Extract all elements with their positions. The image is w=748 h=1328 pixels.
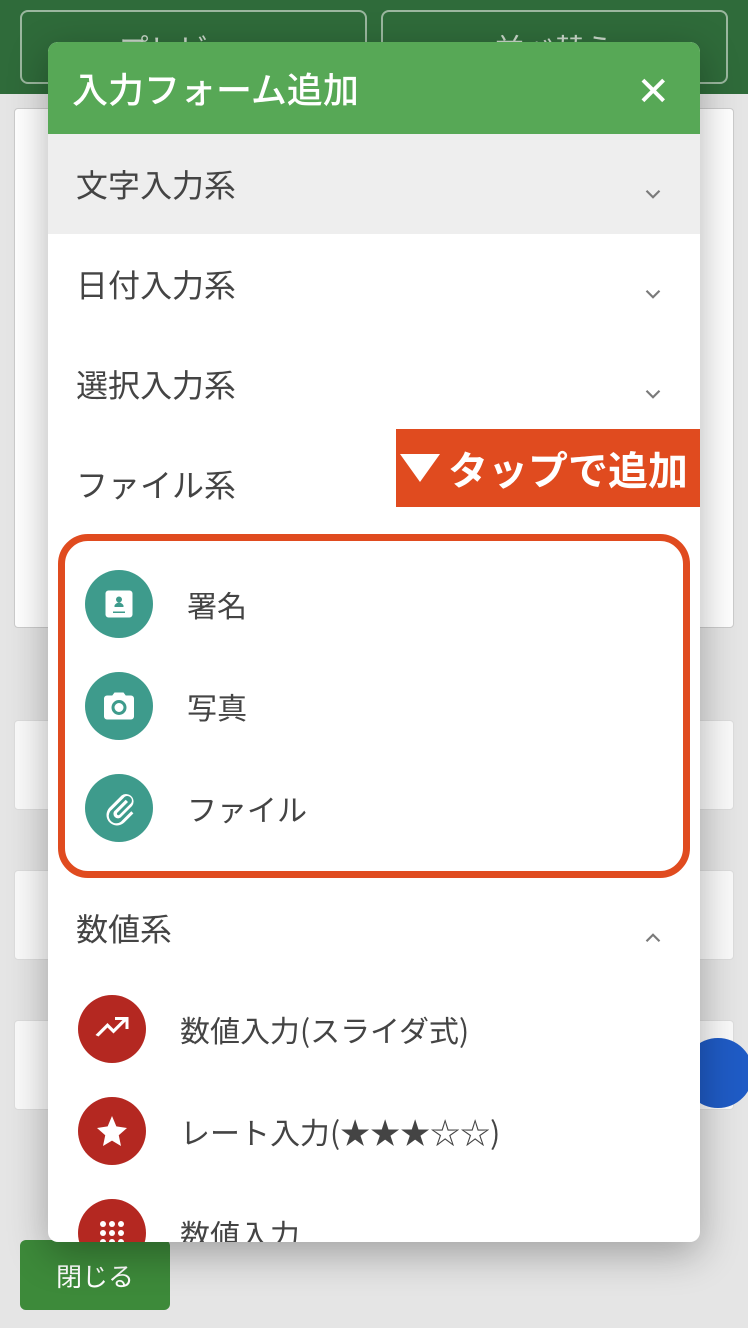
- option-label: 写真: [187, 684, 247, 728]
- category-date[interactable]: 日付入力系: [48, 234, 700, 334]
- add-form-modal: 入力フォーム追加 ✕ 文字入力系 日付入力系 選択入力系 ファイル系 タップで追…: [48, 42, 700, 1242]
- option-signature[interactable]: 署名: [65, 553, 683, 655]
- category-label: 日付入力系: [76, 261, 236, 307]
- category-select[interactable]: 選択入力系: [48, 334, 700, 434]
- category-label: 文字入力系: [76, 161, 236, 207]
- category-number[interactable]: 数値系: [48, 878, 700, 978]
- category-text[interactable]: 文字入力系: [48, 134, 700, 234]
- option-rate[interactable]: レート入力(★★★☆☆): [48, 1080, 700, 1182]
- chevron-up-icon: [640, 915, 666, 941]
- triangle-down-icon: [400, 454, 440, 482]
- option-number-slider[interactable]: 数値入力(スライダ式): [48, 978, 700, 1080]
- close-icon[interactable]: ✕: [636, 68, 670, 108]
- category-label: 数値系: [76, 905, 172, 951]
- chevron-down-icon: [640, 371, 666, 397]
- option-number[interactable]: 数値入力: [48, 1182, 700, 1242]
- tap-to-add-callout: タップで追加: [396, 429, 700, 507]
- file-options-highlight: 署名 写真 ファイル: [58, 534, 690, 878]
- chevron-down-icon: [640, 171, 666, 197]
- option-label: ファイル: [187, 786, 307, 830]
- option-photo[interactable]: 写真: [65, 655, 683, 757]
- option-label: 数値入力(スライダ式): [180, 1007, 469, 1051]
- option-file[interactable]: ファイル: [65, 757, 683, 859]
- option-label: 数値入力: [180, 1211, 300, 1242]
- chevron-down-icon: [640, 271, 666, 297]
- option-label: 署名: [187, 582, 247, 626]
- modal-header: 入力フォーム追加 ✕: [48, 42, 700, 134]
- category-label: 選択入力系: [76, 361, 236, 407]
- keypad-icon: [78, 1199, 146, 1242]
- modal-title: 入力フォーム追加: [72, 62, 359, 114]
- callout-text: タップで追加: [448, 439, 688, 497]
- background-close-button: 閉じる: [20, 1240, 170, 1310]
- category-label: ファイル系: [76, 461, 236, 507]
- category-list: 文字入力系 日付入力系 選択入力系 ファイル系 タップで追加: [48, 134, 700, 1242]
- camera-icon: [85, 672, 153, 740]
- attachment-icon: [85, 774, 153, 842]
- signature-icon: [85, 570, 153, 638]
- star-icon: [78, 1097, 146, 1165]
- option-label: レート入力(★★★☆☆): [180, 1109, 500, 1153]
- trend-icon: [78, 995, 146, 1063]
